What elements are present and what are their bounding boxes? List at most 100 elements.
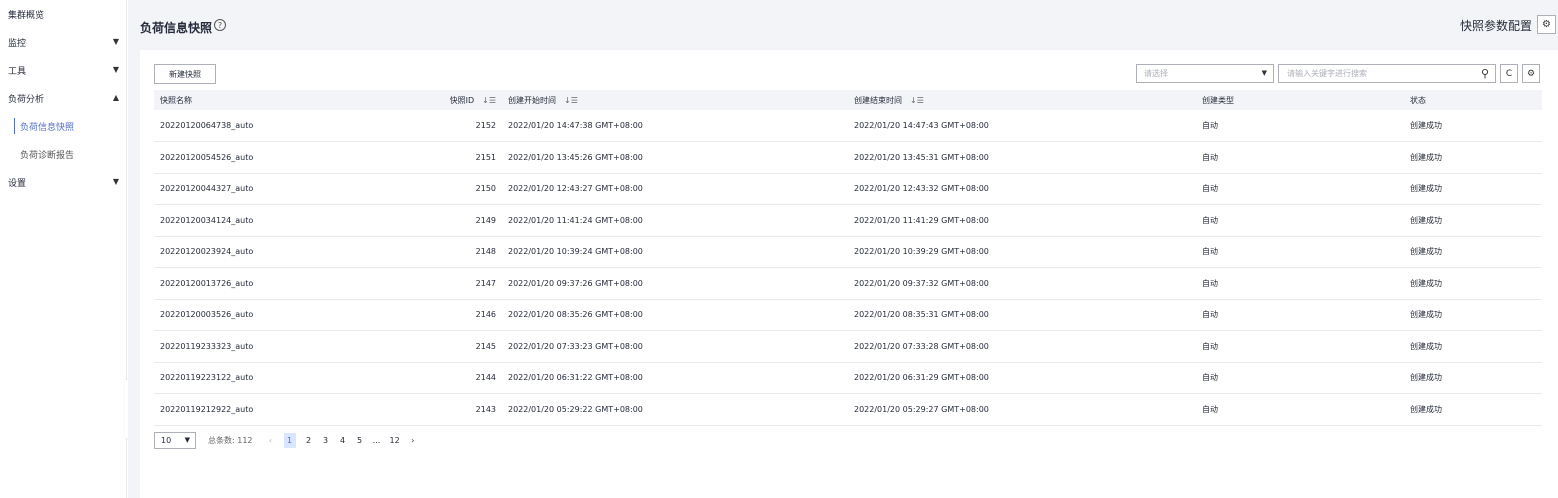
cell-status: 创建成功 xyxy=(1404,204,1542,237)
cell-type: 自动 xyxy=(1196,393,1404,426)
cell-name: 20220120044327_auto xyxy=(154,173,362,205)
sidebar-item-label: 设置 xyxy=(8,178,27,189)
column-header-end[interactable]: 创建结束时间 ↓☰ xyxy=(848,90,1196,110)
cell-name: 20220120054526_auto xyxy=(154,141,362,174)
search-input[interactable]: 请输入关键字进行搜索 ⚲ xyxy=(1278,64,1496,83)
sidebar-item-label: 负荷分析 xyxy=(8,94,45,105)
table-header-row: 快照名称 快照ID ↓☰ 创建开始时间 ↓☰ 创建结束时间 ↓☰ 创建类型 状态 xyxy=(154,90,1542,110)
refresh-button[interactable]: C xyxy=(1500,64,1518,83)
column-header-label: 创建开始时间 xyxy=(508,95,556,105)
sidebar-item-cluster-overview[interactable]: 集群概览 xyxy=(0,0,127,28)
sidebar-item-settings[interactable]: 设置 ▼ xyxy=(0,168,127,196)
cell-type: 自动 xyxy=(1196,173,1404,205)
filter-select[interactable]: 请选择 ▼ xyxy=(1136,64,1274,83)
sidebar: 集群概览 监控 ▼ 工具 ▼ 负荷分析 ▲ 负荷信息快照 负荷诊断报告 设置 ▼ xyxy=(0,0,127,498)
column-header-name: 快照名称 xyxy=(154,90,362,110)
cell-type: 自动 xyxy=(1196,330,1404,363)
page-size-select[interactable]: 10 ▼ xyxy=(154,432,196,449)
sidebar-item-label: 工具 xyxy=(8,66,27,77)
cell-start-time: 2022/01/20 08:35:26 GMT+08:00 xyxy=(502,299,848,331)
cell-start-time: 2022/01/20 11:41:24 GMT+08:00 xyxy=(502,204,848,237)
sidebar-item-label: 监控 xyxy=(8,38,27,49)
cell-type: 自动 xyxy=(1196,236,1404,268)
column-settings-button[interactable]: ⚙ xyxy=(1522,64,1540,83)
cell-name: 20220119223122_auto xyxy=(154,362,362,394)
cell-end-time: 2022/01/20 09:37:32 GMT+08:00 xyxy=(848,267,1196,300)
table-row[interactable]: 20220120013726_auto 2147 2022/01/20 09:37:… xyxy=(154,267,1542,300)
cell-end-time: 2022/01/20 06:31:29 GMT+08:00 xyxy=(848,362,1196,394)
sidebar-item-tools[interactable]: 工具 ▼ xyxy=(0,56,127,84)
table-row[interactable]: 20220120054526_auto 2151 2022/01/20 13:45:… xyxy=(154,141,1542,174)
settings-icon[interactable]: ⚙ xyxy=(1537,15,1556,34)
cell-type: 自动 xyxy=(1196,141,1404,174)
page-button-3[interactable]: 3 xyxy=(322,436,330,445)
search-placeholder: 请输入关键字进行搜索 xyxy=(1287,69,1367,78)
table-row[interactable]: 20220120003526_auto 2146 2022/01/20 08:35:… xyxy=(154,299,1542,331)
cell-id: 2151 xyxy=(362,141,502,174)
next-page-button[interactable]: › xyxy=(409,436,417,445)
snapshot-card: 新建快照 请选择 ▼ 请输入关键字进行搜索 ⚲ C ⚙ 快照名称 快照ID ↓☰ … xyxy=(140,50,1558,498)
snapshot-table: 快照名称 快照ID ↓☰ 创建开始时间 ↓☰ 创建结束时间 ↓☰ 创建类型 状态 20… xyxy=(154,90,1542,426)
page-button-5[interactable]: 5 xyxy=(356,436,364,445)
cell-start-time: 2022/01/20 10:39:24 GMT+08:00 xyxy=(502,236,848,268)
table-body: 20220120064738_auto 2152 2022/01/20 14:47:… xyxy=(154,110,1542,426)
chevron-down-icon: ▼ xyxy=(184,436,190,444)
cell-type: 自动 xyxy=(1196,110,1404,142)
prev-page-button[interactable]: ‹ xyxy=(267,436,275,445)
cell-id: 2150 xyxy=(362,173,502,205)
column-header-type: 创建类型 xyxy=(1196,90,1404,110)
page-ellipsis[interactable]: ... xyxy=(373,436,381,445)
column-header-start[interactable]: 创建开始时间 ↓☰ xyxy=(502,90,848,110)
table-row[interactable]: 20220120064738_auto 2152 2022/01/20 14:47:… xyxy=(154,110,1542,142)
chevron-up-icon: ▲ xyxy=(112,93,119,102)
cell-id: 2145 xyxy=(362,330,502,363)
cell-type: 自动 xyxy=(1196,204,1404,237)
cell-name: 20220120003526_auto xyxy=(154,299,362,331)
sort-icon[interactable]: ↓☰ xyxy=(482,96,496,105)
table-row[interactable]: 20220119223122_auto 2144 2022/01/20 06:31:… xyxy=(154,362,1542,394)
cell-id: 2149 xyxy=(362,204,502,237)
cell-status: 创建成功 xyxy=(1404,267,1542,300)
chevron-down-icon: ▼ xyxy=(112,65,119,74)
cell-status: 创建成功 xyxy=(1404,236,1542,268)
cell-start-time: 2022/01/20 14:47:38 GMT+08:00 xyxy=(502,110,848,142)
cell-end-time: 2022/01/20 11:41:29 GMT+08:00 xyxy=(848,204,1196,237)
cell-type: 自动 xyxy=(1196,362,1404,394)
cell-end-time: 2022/01/20 05:29:27 GMT+08:00 xyxy=(848,393,1196,426)
sidebar-item-label: 集群概览 xyxy=(8,10,45,21)
table-row[interactable]: 20220120034124_auto 2149 2022/01/20 11:41:… xyxy=(154,204,1542,237)
chevron-down-icon: ▼ xyxy=(1261,69,1267,77)
sidebar-item-diagnosis-report[interactable]: 负荷诊断报告 xyxy=(0,140,127,168)
sort-icon[interactable]: ↓☰ xyxy=(564,96,578,105)
cell-end-time: 2022/01/20 10:39:29 GMT+08:00 xyxy=(848,236,1196,268)
table-row[interactable]: 20220119233323_auto 2145 2022/01/20 07:33:… xyxy=(154,330,1542,363)
column-header-status: 状态 xyxy=(1404,90,1542,110)
table-row[interactable]: 20220119212922_auto 2143 2022/01/20 05:29:… xyxy=(154,393,1542,426)
cell-type: 自动 xyxy=(1196,299,1404,331)
sort-icon[interactable]: ↓☰ xyxy=(910,96,924,105)
page-button-2[interactable]: 2 xyxy=(305,436,313,445)
sidebar-item-load-analysis[interactable]: 负荷分析 ▲ xyxy=(0,84,127,112)
cell-status: 创建成功 xyxy=(1404,299,1542,331)
column-header-label: 快照ID xyxy=(449,95,475,105)
help-icon[interactable]: ? xyxy=(214,19,226,31)
search-icon[interactable]: ⚲ xyxy=(1481,67,1489,80)
page-button-1[interactable]: 1 xyxy=(283,433,296,448)
new-snapshot-button[interactable]: 新建快照 xyxy=(154,64,216,84)
column-header-id[interactable]: 快照ID ↓☰ xyxy=(362,90,502,110)
sidebar-item-load-snapshot[interactable]: 负荷信息快照 xyxy=(0,112,127,140)
cell-end-time: 2022/01/20 14:47:43 GMT+08:00 xyxy=(848,110,1196,142)
cell-id: 2148 xyxy=(362,236,502,268)
table-row[interactable]: 20220120044327_auto 2150 2022/01/20 12:43:… xyxy=(154,173,1542,205)
table-row[interactable]: 20220120023924_auto 2148 2022/01/20 10:39:… xyxy=(154,236,1542,268)
page-button-12[interactable]: 12 xyxy=(390,436,400,445)
cell-name: 20220119233323_auto xyxy=(154,330,362,363)
cell-start-time: 2022/01/20 06:31:22 GMT+08:00 xyxy=(502,362,848,394)
cell-status: 创建成功 xyxy=(1404,110,1542,142)
snapshot-config-link[interactable]: 快照参数配置 xyxy=(1460,17,1532,34)
sidebar-item-monitor[interactable]: 监控 ▼ xyxy=(0,28,127,56)
page-button-4[interactable]: 4 xyxy=(339,436,347,445)
cell-end-time: 2022/01/20 08:35:31 GMT+08:00 xyxy=(848,299,1196,331)
cell-name: 20220120064738_auto xyxy=(154,110,362,142)
main-content: 负荷信息快照 ? 快照参数配置 ⚙ 新建快照 请选择 ▼ 请输入关键字进行搜索 … xyxy=(128,0,1558,498)
